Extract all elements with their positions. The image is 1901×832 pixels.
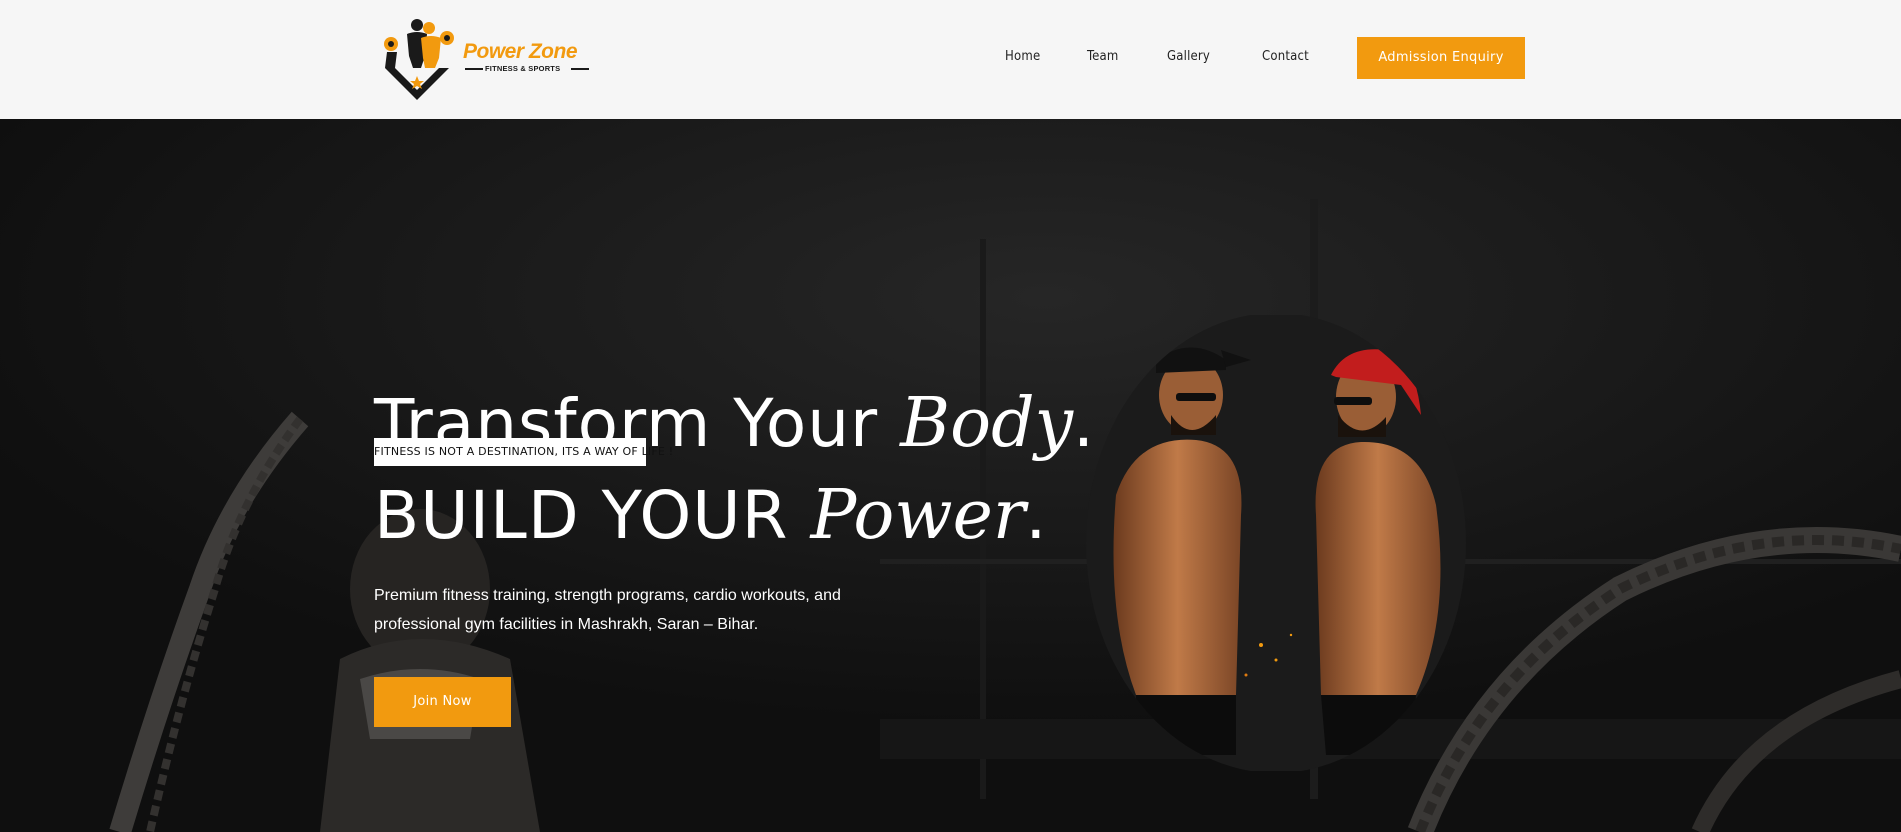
hero-description: Premium fitness training, strength progr… [374, 587, 841, 633]
nav-contact[interactable]: Contact [1262, 49, 1309, 64]
logo-tagline: FITNESS & SPORTS [485, 64, 561, 73]
admission-enquiry-button[interactable]: Admission Enquiry [1357, 37, 1525, 79]
logo-emblem-icon [384, 19, 454, 100]
hero-title-2-end: . [1025, 477, 1048, 554]
hero-section: FITNESS IS NOT A DESTINATION, ITS A WAY … [0, 119, 1901, 832]
nav-gallery[interactable]: Gallery [1167, 49, 1210, 64]
logo[interactable]: Power Zone FITNESS & SPORTS [377, 16, 597, 102]
hero-title-1-end: . [1073, 385, 1095, 462]
hero-title-line-2: BUILD YOUR Power. [374, 476, 1047, 555]
hero-title-1-plain: Transform Your [374, 385, 901, 462]
hero-title-2-plain: BUILD YOUR [374, 477, 811, 554]
join-now-button[interactable]: Join Now [374, 677, 511, 727]
hero-title-1-emphasis: Body [900, 384, 1074, 463]
logo-divider [465, 68, 483, 70]
logo-divider [571, 68, 589, 70]
logo-name: Power Zone [463, 40, 578, 63]
hero-athletes-image [1086, 315, 1466, 771]
hero-title-line-1: Transform Your Body. [374, 384, 1095, 463]
nav-home[interactable]: Home [1005, 49, 1040, 64]
nav-team[interactable]: Team [1087, 49, 1119, 64]
hero-title-2-emphasis: Power [810, 476, 1026, 555]
site-header: Power Zone FITNESS & SPORTS Home Team Ga… [0, 0, 1901, 119]
